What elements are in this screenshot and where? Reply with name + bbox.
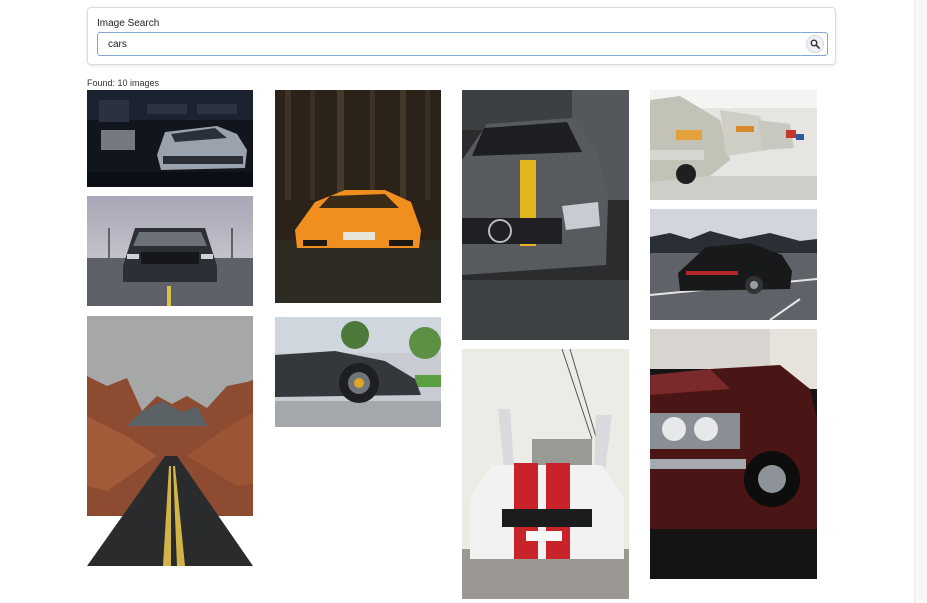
- search-input[interactable]: [98, 33, 808, 55]
- image-result-mercedes[interactable]: [462, 90, 629, 340]
- search-icon: [810, 39, 820, 49]
- image-result-white-mustang[interactable]: [462, 349, 629, 599]
- image-result-desert-road[interactable]: [87, 316, 253, 566]
- image-result-supercar-side[interactable]: [275, 317, 441, 427]
- image-result-vintage-bmws[interactable]: [650, 90, 817, 200]
- results-count: Found: 10 images: [87, 78, 160, 88]
- image-result-mustang[interactable]: [87, 196, 253, 306]
- search-field[interactable]: [97, 32, 828, 56]
- search-label: Image Search: [97, 18, 160, 29]
- image-result-camaro[interactable]: [87, 90, 253, 187]
- search-button[interactable]: [806, 35, 824, 53]
- image-result-lamborghini[interactable]: [275, 90, 441, 303]
- page-scrollbar[interactable]: [914, 0, 927, 603]
- image-search-panel: Image Search: [87, 7, 836, 65]
- image-result-porsche[interactable]: [650, 209, 817, 320]
- image-result-classic-car[interactable]: [650, 329, 817, 579]
